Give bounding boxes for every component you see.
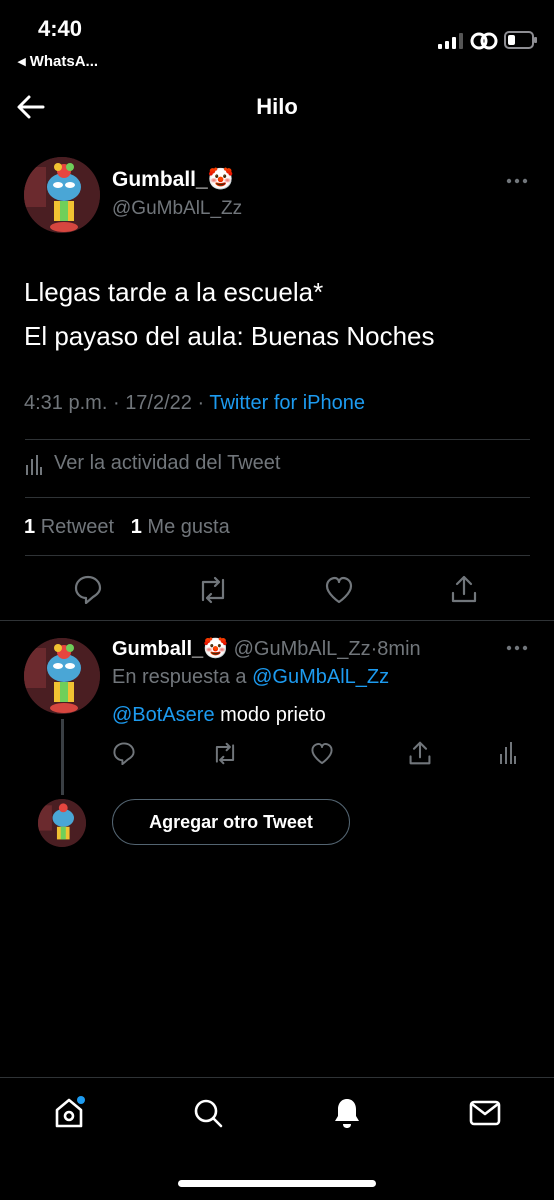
tab-bar-divider [0, 1077, 554, 1078]
share-icon[interactable] [408, 740, 432, 766]
compose-avatar[interactable] [38, 799, 86, 847]
like-count: 1 [130, 516, 142, 538]
clown-emoji: 🤡 [207, 168, 234, 191]
avatar[interactable] [24, 157, 100, 233]
reply-icon[interactable] [112, 741, 136, 765]
more-icon[interactable] [506, 178, 528, 184]
meta-separator: · [112, 392, 120, 414]
tweet-text-line1: Llegas tarde a la escuela* [24, 277, 324, 307]
meta-separator: · [197, 392, 205, 414]
author-handle[interactable]: @GuMbAlL_Zz [112, 198, 242, 220]
home-indicator[interactable] [178, 1180, 376, 1187]
link-icon [470, 30, 498, 52]
like-label: Me gusta [147, 516, 230, 538]
mention-link[interactable]: @BotAsere [112, 704, 215, 726]
reply-avatar[interactable] [24, 638, 100, 714]
tweet-activity-label: Ver la actividad del Tweet [54, 452, 281, 474]
bell-icon[interactable] [332, 1096, 362, 1130]
tweet-source-link[interactable]: Twitter for iPhone [209, 392, 365, 414]
clown-emoji: 🤡 [203, 638, 229, 660]
divider [25, 439, 530, 440]
mail-icon[interactable] [469, 1100, 501, 1126]
reply-body: modo prieto [220, 704, 326, 726]
likes-link[interactable]: 1 Me gusta [131, 516, 230, 538]
search-icon[interactable] [192, 1097, 224, 1129]
status-time: 4:40 [38, 16, 83, 41]
back-to-app-link[interactable]: ◂ WhatsA... [18, 52, 98, 70]
heart-icon[interactable] [324, 576, 354, 604]
more-icon[interactable] [506, 645, 528, 651]
reply-icon[interactable] [73, 574, 103, 604]
add-another-tweet-button[interactable]: Agregar otro Tweet [112, 799, 350, 845]
thread-line [61, 719, 64, 795]
heart-icon[interactable] [310, 742, 334, 765]
engagement-counts: 1 Retweet 1 Me gusta [24, 516, 230, 539]
in-reply-prefix: En respuesta a [112, 666, 247, 688]
divider [25, 497, 530, 498]
analytics-icon[interactable] [500, 742, 516, 764]
tweet-text-line2: El payaso del aula: Buenas Noches [24, 321, 435, 351]
tweet-text: Llegas tarde a la escuela* El payaso del… [24, 270, 435, 358]
reply-author-handle[interactable]: @GuMbAlL_Zz [234, 638, 371, 660]
retweets-link[interactable]: 1 Retweet [24, 516, 114, 538]
retweet-icon[interactable] [197, 576, 229, 604]
reply-header: Gumball_🤡 @GuMbAlL_Zz·8min [112, 636, 421, 661]
reply-context: En respuesta a @GuMbAlL_Zz [112, 666, 389, 689]
tweet-time: 4:31 p.m. [24, 392, 108, 414]
home-icon[interactable] [53, 1096, 85, 1130]
share-icon[interactable] [450, 574, 478, 604]
divider [25, 555, 530, 556]
retweet-count: 1 [24, 516, 36, 538]
tweet-date: 17/2/22 [125, 392, 192, 414]
author-name-row[interactable]: Gumball_🤡 [112, 168, 234, 192]
tweet-meta: 4:31 p.m. · 17/2/22 · Twitter for iPhone [24, 392, 365, 415]
in-reply-handle-link[interactable]: @GuMbAlL_Zz [252, 666, 389, 688]
analytics-icon [26, 455, 42, 475]
retweet-label: Retweet [40, 516, 115, 538]
divider [0, 620, 554, 621]
reply-author-name[interactable]: Gumball_ [112, 638, 203, 660]
reply-text: @BotAsere modo prieto [112, 704, 326, 727]
reply-time: 8min [377, 638, 421, 660]
retweet-icon[interactable] [212, 742, 238, 765]
cellular-signal-icon [438, 33, 464, 49]
page-title: Hilo [256, 94, 298, 119]
battery-icon [504, 31, 538, 49]
author-name: Gumball_ [112, 168, 208, 191]
